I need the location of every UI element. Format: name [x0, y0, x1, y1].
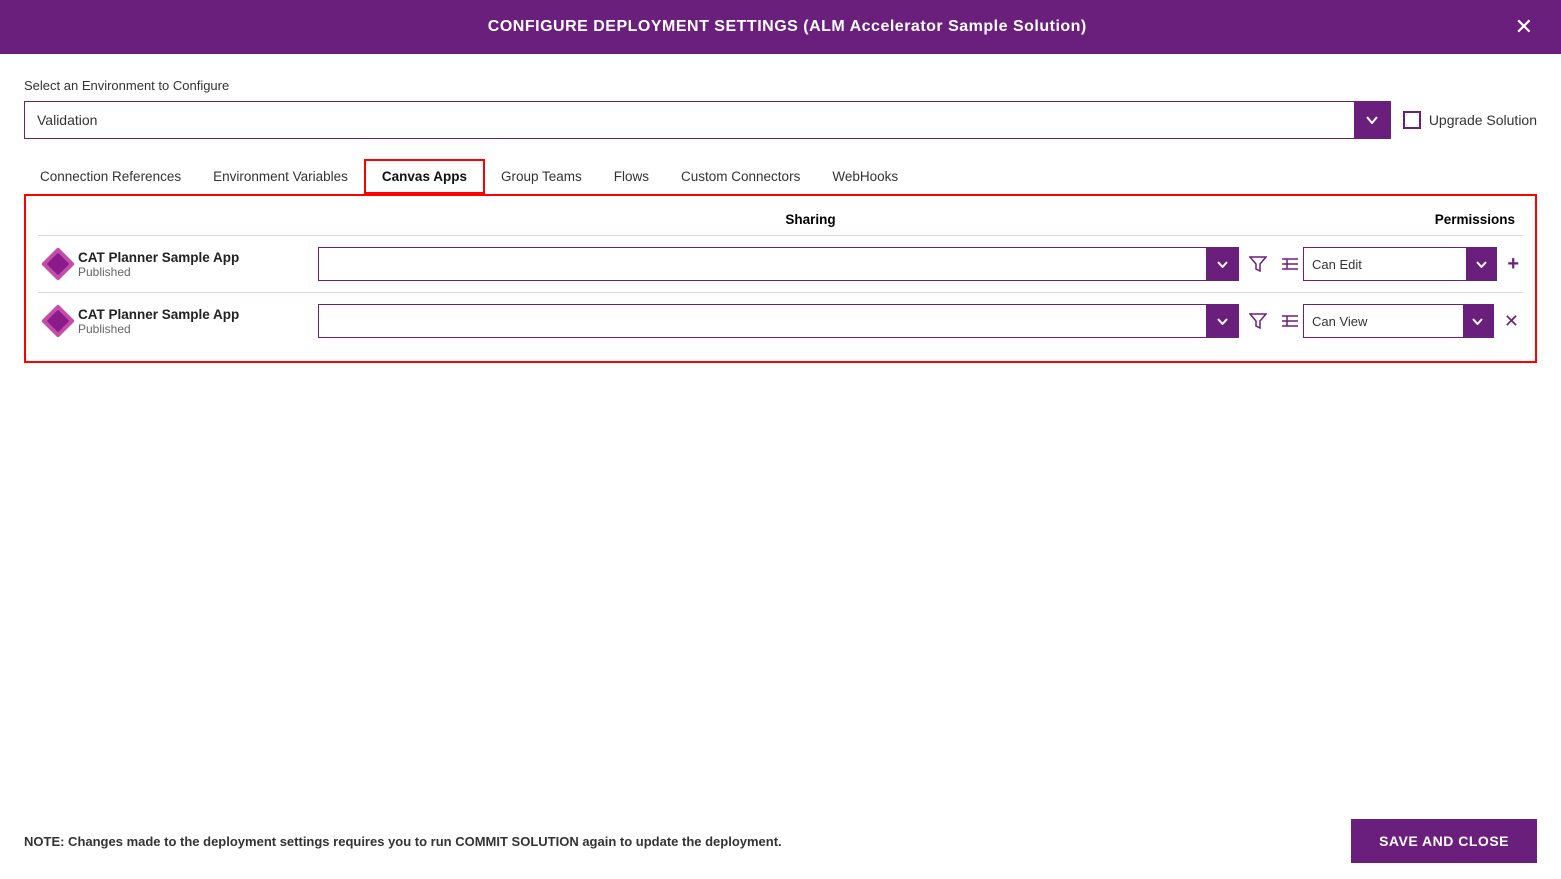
footer-note: NOTE: Changes made to the deployment set…: [24, 834, 782, 849]
modal-header: CONFIGURE DEPLOYMENT SETTINGS (ALM Accel…: [0, 0, 1561, 54]
sharing-input[interactable]: [319, 310, 1206, 333]
list-button[interactable]: [1277, 310, 1303, 332]
perm-select-wrapper: Can View: [1303, 304, 1494, 338]
table-row: CAT Planner Sample App Published: [38, 235, 1523, 292]
list-icon: [1281, 314, 1299, 328]
perm-select-wrapper: Can Edit: [1303, 247, 1497, 281]
modal-body: Select an Environment to Configure Valid…: [0, 54, 1561, 879]
footer-area: NOTE: Changes made to the deployment set…: [24, 803, 1537, 879]
chevron-down-icon: [1472, 318, 1483, 325]
sharing-cell: [318, 304, 1303, 338]
permissions-cell: Can View ✕: [1303, 304, 1523, 338]
filter-button[interactable]: [1245, 252, 1271, 276]
env-select-text: Validation: [25, 104, 1354, 136]
chevron-down-icon: [1476, 261, 1487, 268]
upgrade-check-row: Upgrade Solution: [1403, 111, 1537, 129]
tab-webhooks[interactable]: WebHooks: [816, 161, 914, 192]
app-icon: [38, 244, 78, 284]
filter-icon: [1249, 256, 1267, 272]
col-sharing-header: Sharing: [318, 212, 1303, 227]
sharing-input-wrapper: [318, 247, 1239, 281]
close-button[interactable]: ✕: [1511, 16, 1537, 38]
env-select-wrapper: Validation: [24, 101, 1391, 139]
env-dropdown-button[interactable]: [1354, 102, 1390, 138]
app-info: CAT Planner Sample App Published: [78, 250, 298, 279]
content-area: Sharing Permissions CAT Planner Sample A…: [24, 194, 1537, 363]
tab-connection-references[interactable]: Connection References: [24, 161, 197, 192]
tab-canvas-apps[interactable]: Canvas Apps: [364, 159, 485, 194]
app-name: CAT Planner Sample App: [78, 250, 298, 265]
filter-icon: [1249, 313, 1267, 329]
list-button[interactable]: [1277, 253, 1303, 275]
add-button[interactable]: +: [1503, 251, 1523, 278]
sharing-input-wrapper: [318, 304, 1239, 338]
save-and-close-button[interactable]: SAVE AND CLOSE: [1351, 819, 1537, 863]
app-info: CAT Planner Sample App Published: [78, 307, 298, 336]
app-status: Published: [78, 322, 298, 336]
tab-group-teams[interactable]: Group Teams: [485, 161, 598, 192]
env-row: Validation Upgrade Solution: [24, 101, 1537, 139]
table-row: CAT Planner Sample App Published: [38, 292, 1523, 349]
col-permissions-header: Permissions: [1303, 212, 1523, 227]
sharing-input[interactable]: [319, 253, 1206, 276]
perm-dropdown-button[interactable]: [1463, 304, 1493, 338]
chevron-down-icon: [1217, 318, 1228, 325]
chevron-down-icon: [1217, 261, 1228, 268]
tab-environment-variables[interactable]: Environment Variables: [197, 161, 364, 192]
sharing-dropdown-button[interactable]: [1206, 247, 1238, 281]
tab-custom-connectors[interactable]: Custom Connectors: [665, 161, 816, 192]
perm-dropdown-button[interactable]: [1466, 247, 1496, 281]
app-icon: [38, 301, 78, 341]
list-icon: [1281, 257, 1299, 271]
tabs-row: Connection References Environment Variab…: [24, 159, 1537, 194]
permissions-cell: Can Edit +: [1303, 247, 1523, 281]
chevron-down-icon: [1366, 116, 1378, 124]
delete-button[interactable]: ✕: [1500, 309, 1523, 334]
app-status: Published: [78, 265, 298, 279]
sharing-dropdown-button[interactable]: [1206, 304, 1238, 338]
filter-button[interactable]: [1245, 309, 1271, 333]
env-label: Select an Environment to Configure: [24, 78, 1537, 93]
modal-title: CONFIGURE DEPLOYMENT SETTINGS (ALM Accel…: [64, 18, 1511, 36]
perm-select-text: Can Edit: [1304, 253, 1466, 276]
app-name: CAT Planner Sample App: [78, 307, 298, 322]
tab-flows[interactable]: Flows: [598, 161, 665, 192]
content-header-row: Sharing Permissions: [38, 208, 1523, 235]
upgrade-checkbox[interactable]: [1403, 111, 1421, 129]
upgrade-label: Upgrade Solution: [1429, 112, 1537, 128]
sharing-cell: [318, 247, 1303, 281]
perm-select-text: Can View: [1304, 310, 1463, 333]
